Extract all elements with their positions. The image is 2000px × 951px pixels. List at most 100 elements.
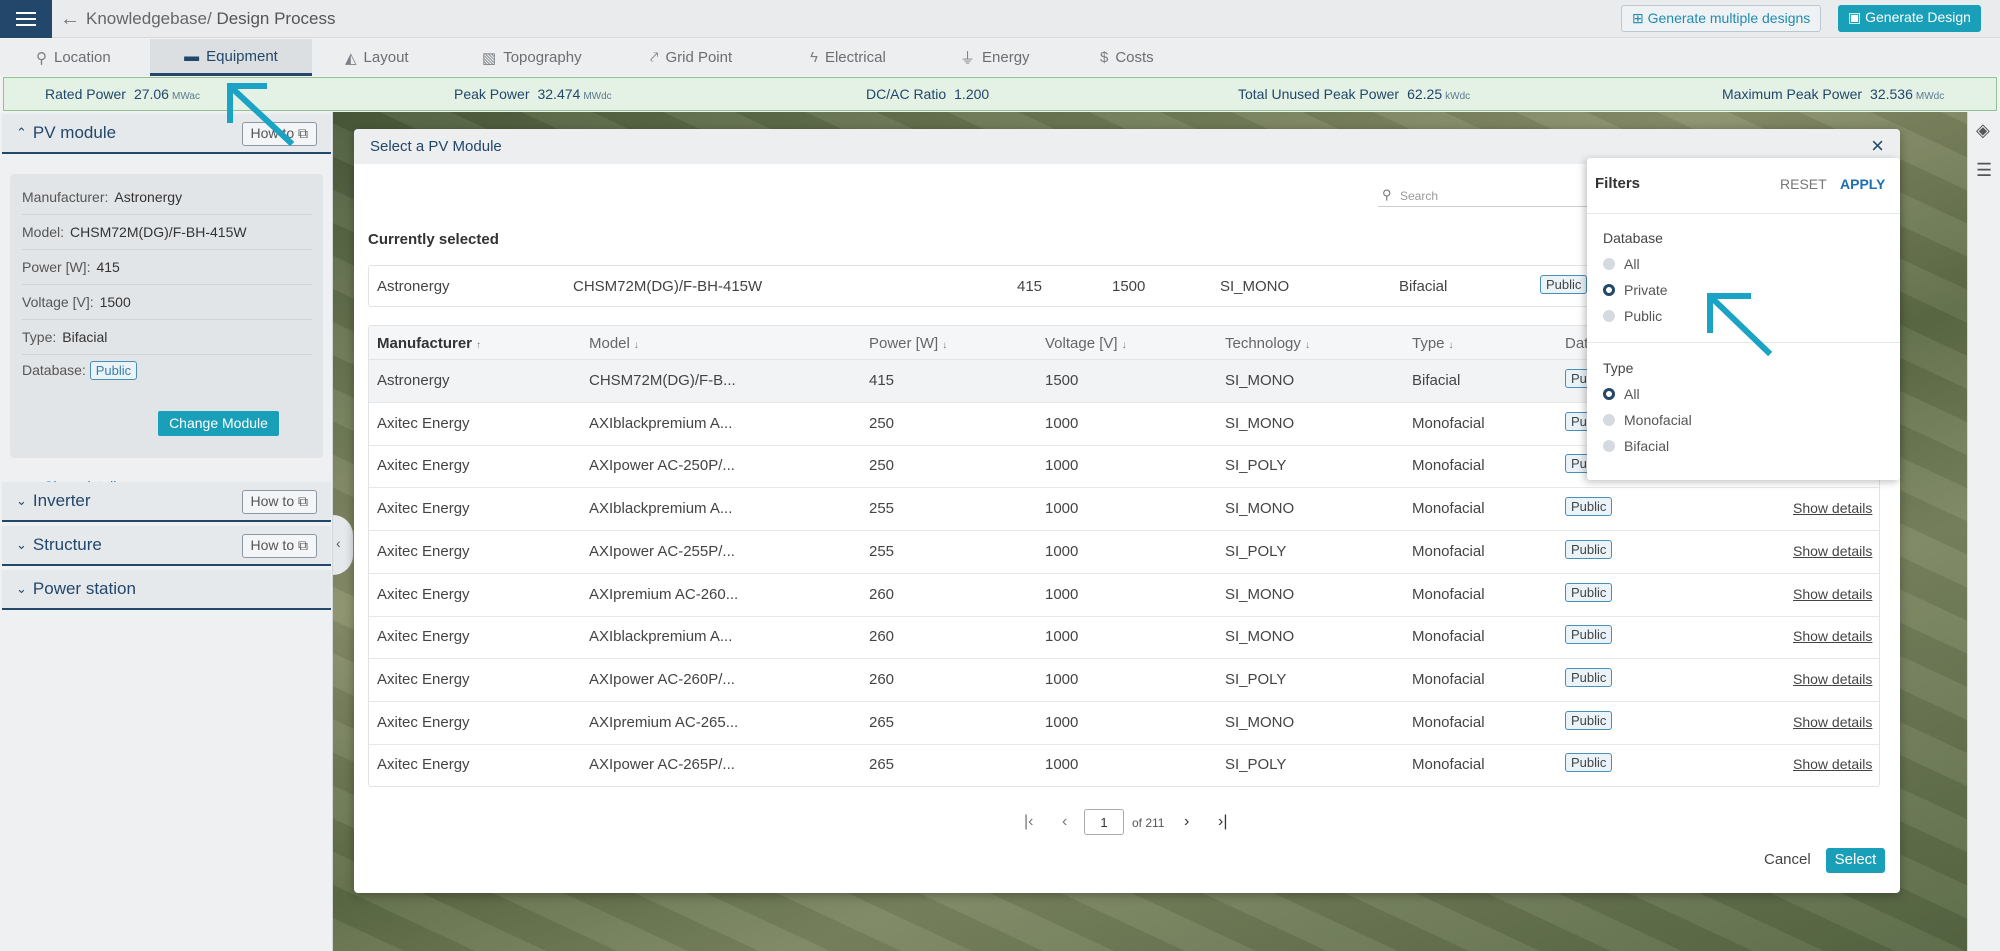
how-to-button[interactable]: How to ⧉	[241, 490, 317, 514]
equipment-side-panel: ⌃ PV module How to ⧉ Manufacturer: Astron…	[0, 112, 333, 951]
apply-button[interactable]: APPLY	[1840, 176, 1885, 192]
cell-power: 255	[869, 542, 895, 560]
breadcrumb: Knowledgebase/ Design Process	[86, 9, 336, 28]
cell-voltage: 1000	[1045, 542, 1079, 560]
power-summary-bar: Rated Power 27.06 MWac Peak Power 32.474 MWd…	[3, 77, 1997, 111]
search-input[interactable]: ⚲ Search	[1378, 185, 1588, 207]
cell-technology: SI_MONO	[1225, 713, 1295, 731]
sort-up-icon: ↑	[476, 340, 482, 351]
show-details-link[interactable]: Show details	[1793, 500, 1872, 516]
radio-dot	[1603, 414, 1615, 426]
legend-list-icon[interactable]: ☰	[1976, 160, 1992, 181]
sort-type[interactable]: Type ↓	[1412, 335, 1454, 352]
annotation-arrow-icon	[227, 83, 295, 147]
maximum-peak-power: Maximum Peak Power 32.536 MWdc	[1722, 86, 1945, 102]
show-details-link[interactable]: Show details	[1793, 714, 1872, 730]
location-pin-icon: ⚲	[36, 49, 47, 67]
show-details-link[interactable]: Show details	[1793, 756, 1872, 772]
chevron-down-icon: ⌄	[16, 581, 27, 596]
show-details-link[interactable]: Show details	[1793, 543, 1872, 559]
tab-energy[interactable]: ⏚ Energy	[960, 39, 1030, 76]
cancel-button[interactable]: Cancel	[1764, 851, 1811, 868]
table-row[interactable]: Axitec Energy AXIblackpremium A... 255 1000…	[369, 488, 1879, 532]
tab-equipment[interactable]: ▬ Equipment	[150, 39, 312, 76]
sort-power[interactable]: Power [W] ↓	[869, 335, 947, 352]
cell-manufacturer: Astronergy	[377, 372, 450, 389]
cell-model: AXIpremium AC-260...	[589, 585, 739, 603]
sort-manufacturer[interactable]: Manufacturer ↑	[377, 335, 481, 352]
cell-type: Monofacial	[1412, 628, 1485, 646]
type-row: Type: Bifacial	[22, 320, 312, 355]
cell-manufacturer: Axitec Energy	[377, 756, 470, 774]
prev-page-icon[interactable]: ‹	[1062, 813, 1067, 831]
cell-type: Monofacial	[1412, 585, 1485, 603]
page-number-input[interactable]: 1	[1084, 809, 1124, 835]
last-page-icon[interactable]: ›|	[1218, 813, 1227, 831]
table-row[interactable]: Axitec Energy AXIpower AC-265P/... 265 1000…	[369, 744, 1879, 786]
breadcrumb-parent[interactable]: Knowledgebase	[86, 9, 207, 28]
close-icon[interactable]: ×	[1871, 133, 1884, 159]
cell-type: Monofacial	[1412, 670, 1485, 688]
cell-voltage: 1500	[1045, 372, 1079, 389]
database-badge: Public	[1565, 539, 1613, 559]
tab-topography[interactable]: ▧ Topography	[482, 39, 582, 76]
tab-electrical[interactable]: ϟ Electrical	[810, 39, 886, 76]
cell-manufacturer: Axitec Energy	[377, 670, 470, 688]
table-row[interactable]: Axitec Energy AXIpremium AC-265... 265 1000…	[369, 702, 1879, 745]
tab-costs[interactable]: $ Costs	[1100, 39, 1154, 76]
external-link-icon: ⧉	[298, 493, 308, 509]
hamburger-menu-icon[interactable]	[0, 0, 52, 38]
main-tabs: ⚲ Location ▬ Equipment ◭ Layout ▧ Topography…	[0, 39, 2000, 76]
sort-down-icon: ↓	[1448, 340, 1454, 351]
sort-database[interactable]: Dat	[1565, 335, 1588, 352]
table-row[interactable]: Axitec Energy AXIpower AC-255P/... 255 1000…	[369, 531, 1879, 574]
inverter-section-header[interactable]: ⌄ Inverter How to ⧉	[2, 482, 331, 522]
pagination: |‹ ‹ 1 of 211 › ›|	[354, 809, 1900, 839]
database-radio-private[interactable]: Private	[1603, 282, 1668, 298]
cell-type: Monofacial	[1412, 500, 1485, 518]
radio-dot	[1603, 310, 1615, 322]
structure-section-header[interactable]: ⌄ Structure How to ⧉	[2, 526, 331, 566]
generate-design-button[interactable]: ▣ Generate Design	[1838, 5, 1981, 32]
back-arrow-icon[interactable]: ←	[60, 8, 80, 31]
generate-multiple-designs-button[interactable]: ⊞ Generate multiple designs	[1621, 5, 1822, 32]
cell-technology: SI_MONO	[1225, 628, 1295, 646]
select-button[interactable]: Select	[1826, 848, 1885, 873]
cell-technology: SI_MONO	[1225, 585, 1295, 603]
cell-model: AXIblackpremium A...	[589, 500, 733, 518]
layers-icon[interactable]: ◈	[1976, 120, 1990, 141]
sort-voltage[interactable]: Voltage [V] ↓	[1045, 335, 1127, 352]
change-module-button[interactable]: Change Module	[158, 411, 279, 436]
next-page-icon[interactable]: ›	[1184, 813, 1189, 831]
sort-model[interactable]: Model ↓	[589, 335, 639, 352]
dcac-ratio: DC/AC Ratio 1.200	[866, 86, 990, 102]
type-radio-bifacial[interactable]: Bifacial	[1603, 438, 1669, 454]
database-row: Database: Public	[22, 355, 312, 390]
first-page-icon[interactable]: |‹	[1024, 813, 1033, 831]
divider	[1587, 213, 1900, 214]
tab-grid-point[interactable]: ⤤ Grid Point	[650, 39, 732, 76]
cell-model: CHSM72M(DG)/F-B...	[589, 372, 736, 389]
external-link-icon: ⧉	[298, 537, 308, 553]
tab-layout[interactable]: ◭ Layout	[345, 39, 409, 76]
cell-model: AXIpower AC-260P/...	[589, 670, 735, 688]
table-row[interactable]: Axitec Energy AXIpower AC-260P/... 260 1000…	[369, 659, 1879, 702]
table-row[interactable]: Axitec Energy AXIpremium AC-260... 260 1000…	[369, 574, 1879, 617]
how-to-button[interactable]: How to ⧉	[241, 534, 317, 558]
cell-manufacturer: Axitec Energy	[377, 414, 470, 432]
show-details-link[interactable]: Show details	[1793, 586, 1872, 602]
show-details-link[interactable]: Show details	[1793, 671, 1872, 687]
chevron-up-icon: ⌃	[16, 125, 27, 140]
table-row[interactable]: Axitec Energy AXIblackpremium A... 260 1000…	[369, 616, 1879, 660]
cell-power: 250	[869, 457, 895, 475]
sort-technology[interactable]: Technology ↓	[1225, 335, 1310, 352]
tab-location[interactable]: ⚲ Location	[36, 39, 111, 76]
database-radio-public[interactable]: Public	[1603, 308, 1662, 324]
reset-button[interactable]: RESET	[1780, 176, 1827, 192]
type-radio-monofacial[interactable]: Monofacial	[1603, 412, 1692, 428]
show-details-link[interactable]: Show details	[1793, 628, 1872, 644]
power-station-section-header[interactable]: ⌄ Power station	[2, 570, 331, 610]
database-radio-all[interactable]: All	[1603, 256, 1640, 272]
type-radio-all[interactable]: All	[1603, 386, 1640, 402]
solar-panel-icon: ▬	[184, 47, 200, 65]
